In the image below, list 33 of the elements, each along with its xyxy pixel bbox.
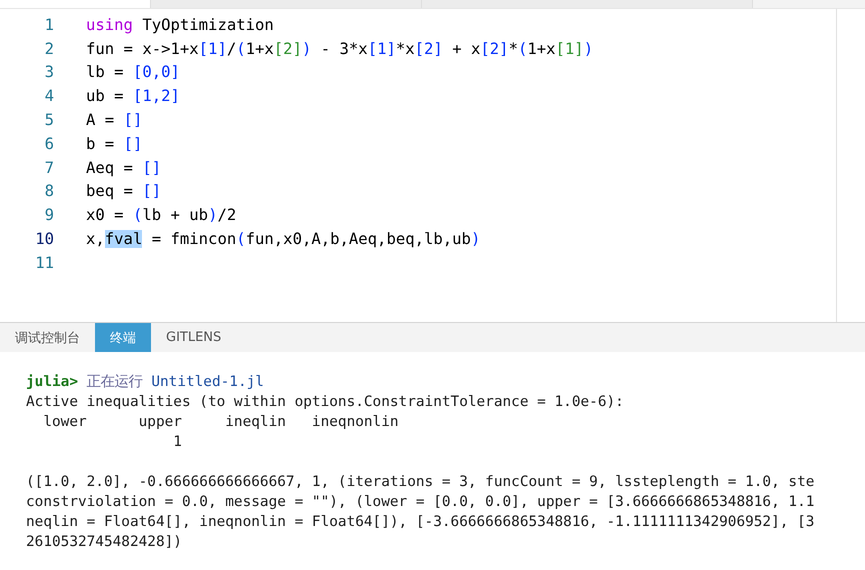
- line-number: 9: [44, 206, 54, 224]
- terminal-output: neqlin = Float64[], ineqnonlin = Float64[]), [-3.6666666865348816, -1.1111111342906952], [3: [26, 514, 814, 530]
- terminal-output: Active inequalities (to within options.ConstraintTolerance = 1.0e-6):: [26, 394, 624, 410]
- line-number: 6: [44, 134, 54, 153]
- code-line: b = []: [86, 134, 142, 153]
- line-number: 11: [34, 254, 54, 272]
- terminal-output: constrviolation = 0.0, message = ""), (lower = [0.0, 0.0], upper = [3.6666666865348816, 1.1: [26, 494, 814, 510]
- line-number: 10: [34, 230, 54, 248]
- line-number: 2: [44, 40, 54, 58]
- terminal-output: ([1.0, 2.0], -0.666666666666667, 1, (iterations = 3, funcCount = 9, lssteplength = 1.0, ste: [26, 474, 814, 490]
- code-line: x0 = (lb + ub)/2: [86, 206, 236, 224]
- line-number: 7: [44, 158, 54, 177]
- code-line: fun = x->1+x[1]/(1+x[2]) - 3*x[1]*x[2] + x[2]*(1+x[1]): [86, 40, 594, 58]
- line-number: 3: [44, 63, 54, 82]
- line-number: 8: [44, 182, 54, 200]
- code-line: using TyOptimization: [86, 16, 274, 34]
- panel-tab[interactable]: 调试控制台: [0, 323, 95, 352]
- code-line: lb = [0,0]: [86, 63, 180, 82]
- panel-tab[interactable]: GITLENS: [151, 323, 236, 352]
- run-status: 正在运行: [86, 374, 143, 390]
- code-line: Aeq = []: [86, 158, 162, 177]
- terminal-prompt: julia>: [26, 374, 78, 390]
- terminal-output: 1: [172, 434, 182, 450]
- code-line: beq = []: [86, 182, 162, 200]
- line-number: 1: [44, 16, 54, 34]
- file-name: Untitled-1.jl: [151, 374, 264, 390]
- code-line: ub = [1,2]: [86, 87, 180, 106]
- terminal-output: 2610532745482428]): [26, 534, 182, 550]
- code-line: A = []: [86, 111, 142, 130]
- line-number: 4: [44, 87, 54, 106]
- terminal-output: lower upper ineqlin ineqnonlin: [42, 414, 399, 430]
- code-line: x,fval = fmincon(fun,x0,A,b,Aeq,beq,lb,ub): [86, 230, 480, 248]
- line-number: 5: [44, 111, 54, 130]
